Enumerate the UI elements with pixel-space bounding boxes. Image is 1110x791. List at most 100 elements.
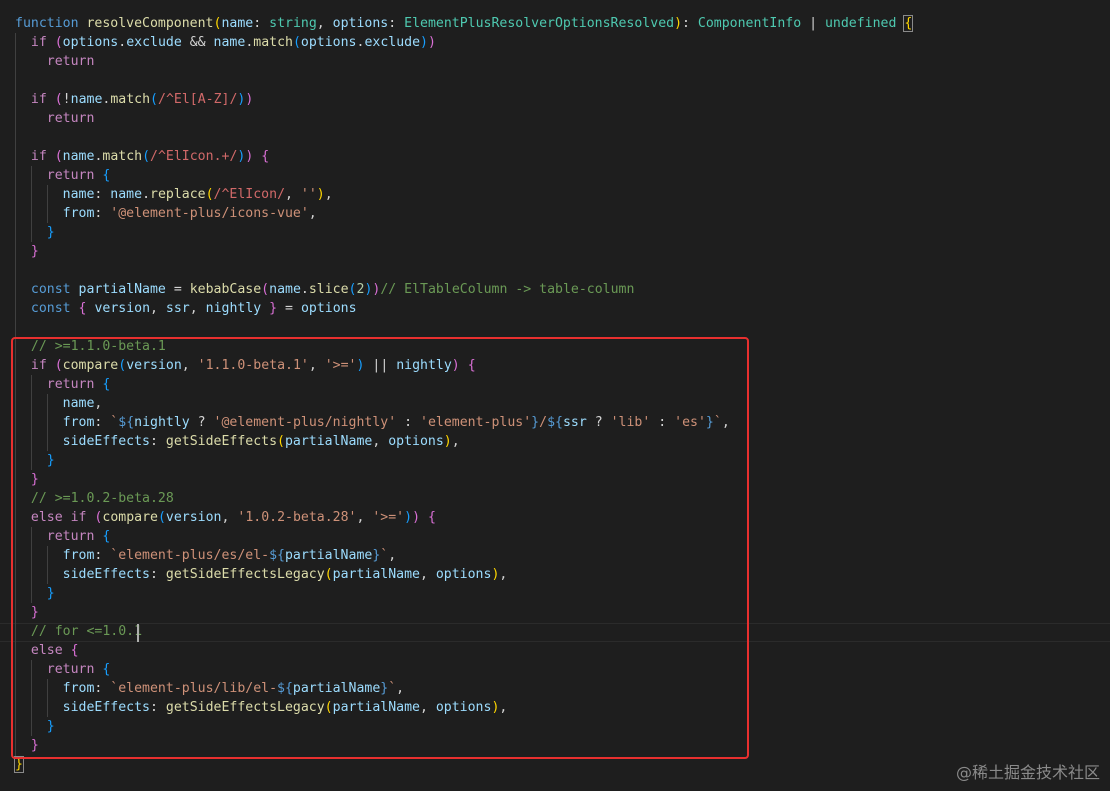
code-token: | <box>801 16 825 31</box>
code-token: options <box>332 16 389 31</box>
code-token: name <box>62 149 95 164</box>
code-line[interactable]: if (name.match(/^ElIcon.+/)) { <box>15 147 269 166</box>
code-token: const <box>30 301 79 316</box>
code-line[interactable]: return <box>15 109 95 128</box>
code-token: const <box>30 282 79 297</box>
code-token: ) <box>427 35 436 50</box>
code-line[interactable]: const partialName = kebabCase(name.slice… <box>15 280 635 299</box>
code-token: . <box>118 35 127 50</box>
code-token: match <box>102 149 143 164</box>
code-token: options <box>300 301 357 316</box>
code-token: string <box>269 16 317 31</box>
code-token: , <box>324 187 333 202</box>
code-token: : <box>682 16 698 31</box>
code-token: ) <box>245 92 254 107</box>
highlight-annotation-box <box>11 337 749 759</box>
code-token: '' <box>300 187 317 202</box>
code-token: exclude <box>126 35 182 50</box>
code-token: { <box>102 168 111 183</box>
code-token: /^ElIcon/ <box>213 187 286 202</box>
code-token: return <box>46 168 103 183</box>
code-token: : <box>94 187 111 202</box>
code-token: match <box>253 35 293 50</box>
code-token: = <box>277 301 301 316</box>
code-token: ) <box>674 16 683 31</box>
code-token: name <box>62 187 95 202</box>
code-token: = <box>165 282 190 297</box>
code-token: if <box>30 149 55 164</box>
code-token: ! <box>62 92 71 107</box>
code-token: ssr <box>165 301 190 316</box>
code-line[interactable]: function resolveComponent(name: string, … <box>15 14 914 33</box>
code-token: } <box>269 301 278 316</box>
code-token: /^El[A-Z]/ <box>158 92 238 107</box>
code-token: , <box>285 187 301 202</box>
code-line[interactable]: return <box>15 52 95 71</box>
code-token: , <box>308 206 317 221</box>
code-token: function <box>15 16 87 31</box>
code-line[interactable]: } <box>15 242 39 261</box>
code-token: { <box>903 15 914 32</box>
code-token: { <box>261 149 270 164</box>
code-token: . <box>300 282 309 297</box>
code-line[interactable]: name: name.replace(/^ElIcon/, ''), <box>15 185 333 204</box>
code-token: name <box>221 16 254 31</box>
code-token: ( <box>54 149 63 164</box>
code-line[interactable]: from: '@element-plus/icons-vue', <box>15 204 317 223</box>
code-token: return <box>46 54 95 69</box>
code-line[interactable]: const { version, ssr, nightly } = option… <box>15 299 357 318</box>
code-token: undefined <box>824 16 897 31</box>
code-token: '@element-plus/icons-vue' <box>110 206 309 221</box>
code-token: partialName <box>78 282 166 297</box>
code-token: ( <box>261 282 270 297</box>
code-line[interactable]: if (!name.match(/^El[A-Z]/)) <box>15 90 253 109</box>
code-token: // ElTableColumn -> table-column <box>380 282 635 297</box>
code-line[interactable]: return { <box>15 166 111 185</box>
code-line[interactable]: } <box>15 223 55 242</box>
code-token: } <box>46 225 55 240</box>
code-token: ElementPlusResolverOptionsResolved <box>404 16 675 31</box>
code-token: } <box>14 756 24 773</box>
code-token: ( <box>292 35 301 50</box>
code-token: from <box>62 206 95 221</box>
code-token: ( <box>142 149 151 164</box>
code-token: nightly <box>205 301 262 316</box>
code-token: replace <box>150 187 206 202</box>
code-token: match <box>110 92 151 107</box>
code-token: && <box>181 35 214 50</box>
code-token: name <box>213 35 246 50</box>
code-token: ( <box>150 92 158 107</box>
code-token: if <box>30 92 55 107</box>
code-token: : <box>253 16 270 31</box>
code-token: ) <box>420 35 428 50</box>
code-token: exclude <box>364 35 421 50</box>
code-token: ( <box>54 35 63 50</box>
code-token: options <box>62 35 119 50</box>
code-token: return <box>46 111 95 126</box>
code-token: ( <box>54 92 63 107</box>
code-token: , <box>189 301 206 316</box>
code-token: ( <box>348 282 357 297</box>
code-token: ) <box>316 187 325 202</box>
code-token: name <box>110 187 143 202</box>
code-editor[interactable]: function resolveComponent(name: string, … <box>0 0 1110 791</box>
code-token: } <box>30 244 39 259</box>
code-token: slice <box>308 282 349 297</box>
code-token: , <box>316 16 333 31</box>
code-token: name <box>70 92 103 107</box>
code-token: if <box>30 35 55 50</box>
code-token: : <box>388 16 405 31</box>
code-line[interactable]: if (options.exclude && name.match(option… <box>15 33 436 52</box>
